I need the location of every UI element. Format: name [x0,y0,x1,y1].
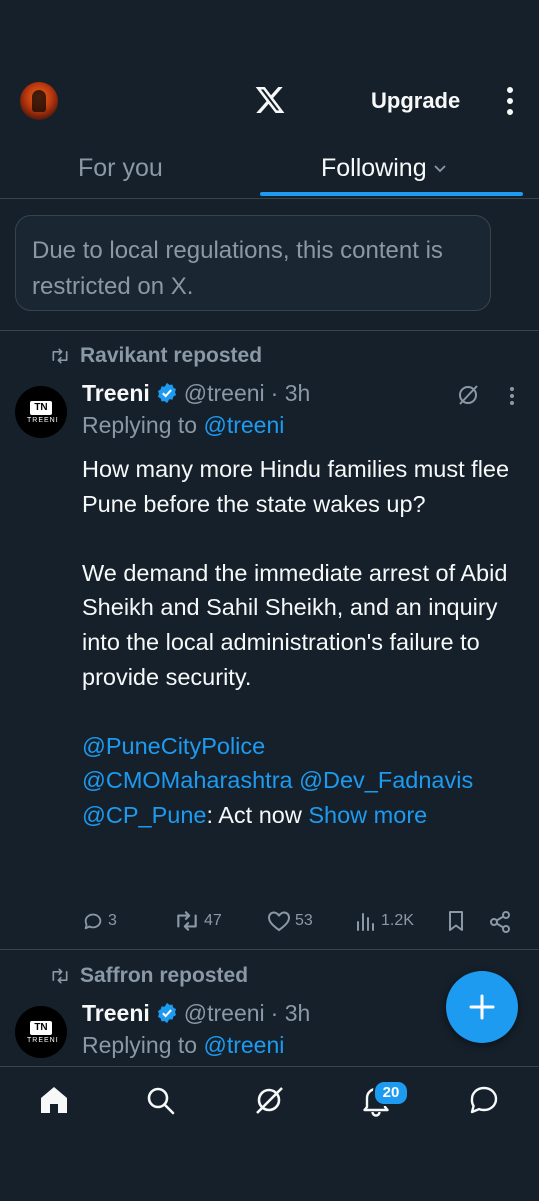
bookmark-button[interactable] [446,910,470,932]
plus-icon [469,994,495,1020]
repost-button[interactable]: 47 [174,910,222,932]
tn-logo-text: TN [30,401,52,415]
verified-badge-icon [157,382,176,404]
profile-avatar[interactable] [20,82,58,120]
replying-prefix: Replying to [82,412,204,438]
repost-context[interactable]: Saffron reposted [50,961,248,991]
home-icon[interactable] [37,1083,71,1117]
reply-button[interactable]: 3 [82,910,117,932]
repost-icon [52,348,68,364]
mention-link[interactable]: @Dev_Fadnavis [299,767,473,793]
grok-nav-icon[interactable] [252,1083,286,1117]
replying-to: Replying to @treeni [82,412,284,439]
tn-logo-word: TREENI [27,1037,59,1044]
tweet-header: Treeni @treeni · 3h [82,998,310,1028]
author-name[interactable]: Treeni [82,1000,150,1027]
like-icon [267,911,291,932]
repost-context-label: Saffron reposted [80,964,249,987]
repost-icon [52,968,68,984]
tweet-header: Treeni @treeni · 3h [82,378,310,408]
views-button[interactable]: 1.2K [355,910,414,932]
views-icon [357,913,374,931]
tweet-avatar[interactable]: TN TREENI [15,386,67,438]
tn-logo-word: TREENI [27,417,59,424]
replying-prefix: Replying to [82,1032,204,1058]
verified-badge-icon [157,1002,176,1024]
divider [0,949,539,950]
timeline-tabs: For you Following [0,140,539,199]
mention-link[interactable]: @CMOMaharashtra [82,767,293,793]
tweet-time: · 3h [270,999,311,1026]
author-handle[interactable]: @treeni [184,380,265,407]
chevron-down-icon [433,165,446,173]
replying-to-link[interactable]: @treeni [203,1032,284,1058]
bottom-navigation: 20 [0,1066,539,1201]
search-icon[interactable] [143,1083,177,1117]
treeni-logo: TN TREENI [27,401,59,424]
upgrade-button[interactable]: Upgrade [371,88,460,114]
top-bar: Upgrade [0,72,539,130]
author-handle[interactable]: @treeni [184,1000,265,1027]
more-vertical-icon[interactable] [500,84,520,118]
share-button[interactable] [488,910,516,934]
treeni-logo: TN TREENI [27,1021,59,1044]
tweet-body[interactable]: How many more Hindu families must flee P… [82,452,522,833]
tweet-paragraph: How many more Hindu families must flee P… [82,456,510,517]
mention-link[interactable]: @PuneCityPolice [82,733,265,759]
tab-for-you[interactable]: For you [78,154,163,183]
notifications-badge: 20 [373,1080,409,1106]
compose-button[interactable] [446,971,518,1043]
replying-to-link[interactable]: @treeni [203,412,284,438]
reply-count: 3 [108,912,117,929]
divider [0,330,539,331]
tweet-paragraph: We demand the immediate arrest of Abid S… [82,559,508,690]
tweet-time: · 3h [270,379,311,406]
tweet-paragraph: @PuneCityPolice @CMOMaharashtra @Dev_Fad… [82,729,522,833]
repost-count: 47 [204,912,222,929]
restricted-content-notice: Due to local regulations, this content i… [15,215,491,311]
tweet-actions: 3 47 53 1.2K [82,910,522,938]
mention-link[interactable]: @CP_Pune [82,802,206,828]
like-button[interactable]: 53 [267,910,313,932]
like-count: 53 [295,912,313,929]
repost-context-label: Ravikant reposted [80,344,263,367]
show-more-link[interactable]: Show more [308,802,427,828]
x-logo-icon[interactable] [254,84,286,116]
tweet-avatar[interactable]: TN TREENI [15,1006,67,1058]
tweet-tail: : Act now [206,801,309,828]
author-name[interactable]: Treeni [82,380,150,407]
repost-context[interactable]: Ravikant reposted [50,341,262,371]
reply-icon [84,913,102,930]
active-tab-indicator [260,192,523,196]
views-count: 1.2K [381,912,414,929]
replying-to: Replying to @treeni [82,1032,284,1059]
grok-icon[interactable] [456,383,480,407]
more-vertical-icon[interactable] [505,385,519,407]
tab-following[interactable]: Following [321,154,447,183]
messages-icon[interactable] [467,1083,501,1117]
share-icon [490,911,510,933]
bookmark-icon [449,911,463,931]
tn-logo-text: TN [30,1021,52,1035]
tab-following-label: Following [321,154,427,182]
repost-icon [177,911,197,931]
